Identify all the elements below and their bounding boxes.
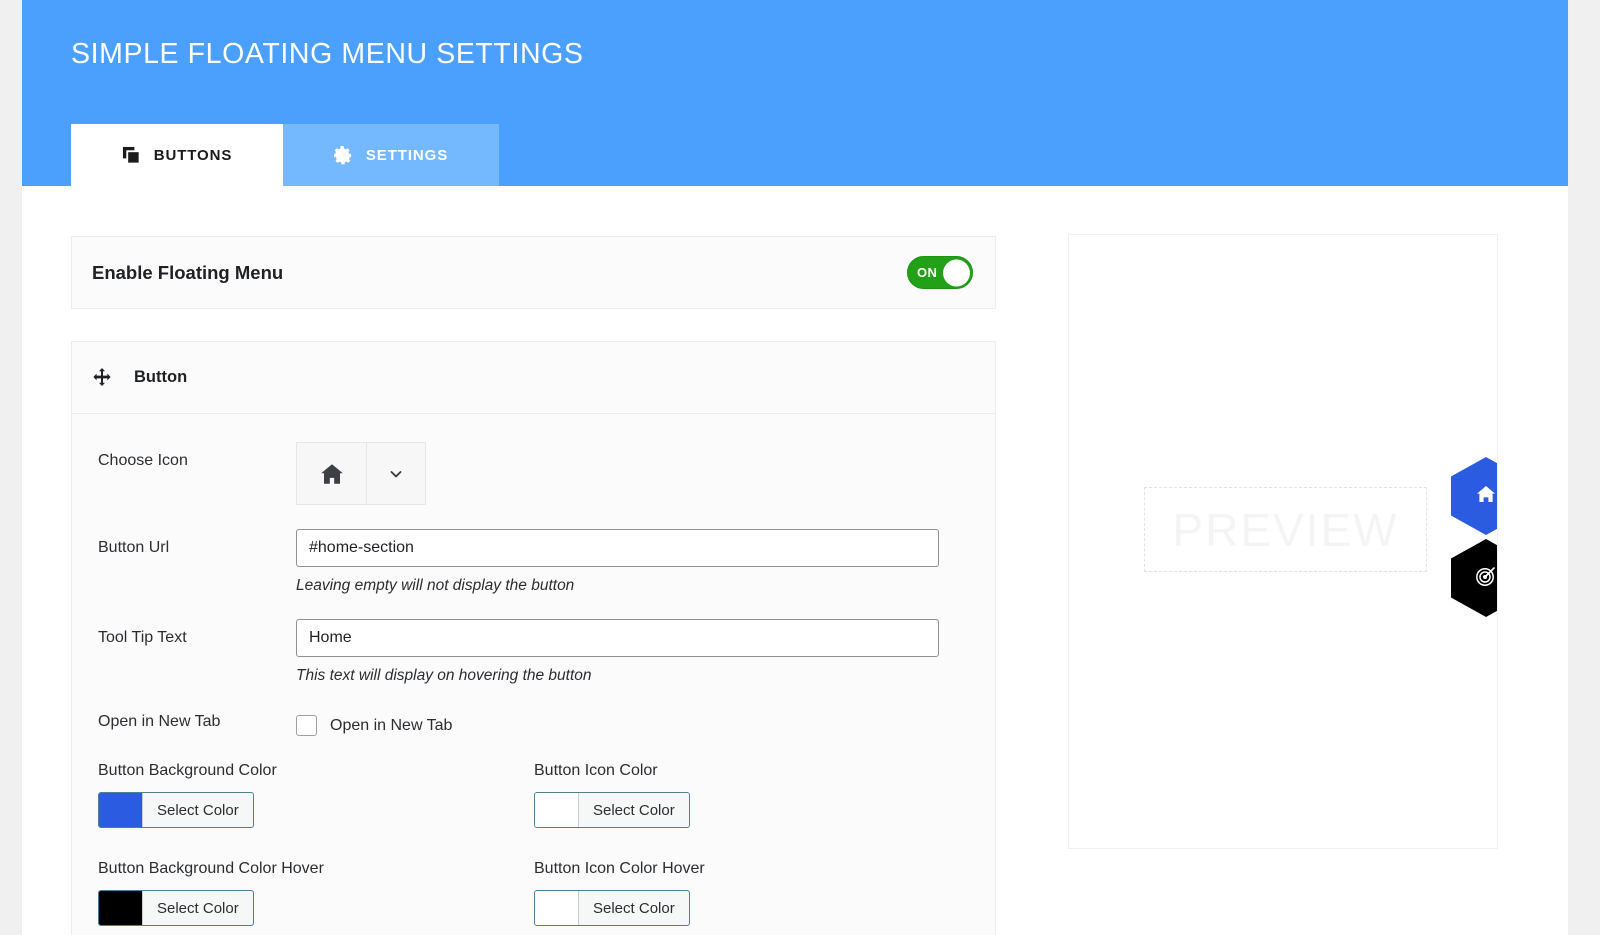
preview-button-home[interactable] bbox=[1451, 457, 1497, 535]
page-title: Simple Floating Menu Settings bbox=[71, 38, 584, 70]
open-new-tab-checkbox[interactable] bbox=[296, 715, 317, 736]
button-background-color-label: Button Background Color bbox=[98, 762, 277, 779]
select-color-label: Select Color bbox=[157, 801, 239, 819]
settings-column: Enable Floating Menu ON Button Choose Ic… bbox=[71, 236, 996, 935]
color-field-button-background-hover: Button Background Color Hover Select Col… bbox=[98, 860, 534, 930]
button-url-input[interactable] bbox=[296, 529, 939, 567]
field-open-new-tab: Open in New Tab Open in New Tab bbox=[98, 709, 973, 736]
enable-floating-menu-label: Enable Floating Menu bbox=[92, 261, 284, 283]
field-choose-icon: Choose Icon bbox=[98, 442, 973, 505]
color-field-button-icon: Button Icon Color Select Color bbox=[534, 762, 970, 832]
button-icon-color-hover-label: Button Icon Color Hover bbox=[534, 860, 705, 877]
color-swatch bbox=[535, 891, 579, 925]
button-background-color-picker[interactable]: Select Color bbox=[98, 792, 254, 828]
button-url-control: Leaving empty will not display the butto… bbox=[296, 529, 973, 595]
target-icon bbox=[1474, 564, 1497, 593]
button-background-color-hover-picker[interactable]: Select Color bbox=[98, 890, 254, 926]
gear-icon bbox=[333, 145, 353, 165]
home-icon bbox=[1474, 482, 1497, 511]
tab-settings[interactable]: Settings bbox=[283, 124, 499, 186]
select-color-label: Select Color bbox=[593, 899, 675, 917]
button-settings-panel: Button Choose Icon Button Url #home-sect… bbox=[71, 341, 996, 935]
button-icon-color-label: Button Icon Color bbox=[534, 762, 658, 779]
open-new-tab-control: Open in New Tab bbox=[296, 709, 973, 736]
tooltip-text-control: This text will display on hovering the b… bbox=[296, 619, 973, 685]
field-tooltip-text: Tool Tip Text This text will display on … bbox=[98, 619, 973, 685]
tab-buttons[interactable]: Buttons bbox=[71, 124, 283, 186]
enable-floating-menu-card: Enable Floating Menu ON bbox=[71, 236, 996, 309]
color-swatch bbox=[99, 793, 143, 827]
field-button-url: Button Url Leaving empty will not displa… bbox=[98, 529, 973, 595]
preview-panel: PREVIEW bbox=[1068, 234, 1498, 849]
select-color-label: Select Color bbox=[593, 801, 675, 819]
preview-button-target[interactable] bbox=[1451, 539, 1497, 617]
button-panel-header[interactable]: Button bbox=[72, 342, 995, 414]
button-url-helper: Leaving empty will not display the butto… bbox=[296, 577, 575, 594]
move-arrows-icon[interactable] bbox=[92, 367, 112, 388]
color-swatch bbox=[535, 793, 579, 827]
icon-picker-button[interactable] bbox=[296, 442, 426, 505]
button-icon-color-picker[interactable]: Select Color bbox=[534, 792, 690, 828]
enable-floating-menu-toggle[interactable]: ON bbox=[907, 256, 973, 289]
open-new-tab-label: Open in New Tab bbox=[98, 713, 221, 730]
tooltip-text-input[interactable] bbox=[296, 619, 939, 657]
tooltip-text-helper: This text will display on hovering the b… bbox=[296, 667, 592, 684]
choose-icon-label: Choose Icon bbox=[98, 452, 188, 469]
open-new-tab-checkbox-wrap[interactable]: Open in New Tab bbox=[296, 709, 973, 736]
button-panel-title: Button bbox=[134, 368, 188, 386]
button-panel-body: Choose Icon Button Url #home-section Lea… bbox=[72, 414, 995, 935]
preview-watermark: PREVIEW bbox=[1172, 503, 1399, 556]
admin-page: Simple Floating Menu Settings Buttons bbox=[22, 0, 1568, 935]
button-url-label: Button Url bbox=[98, 539, 170, 556]
button-icon-color-hover-picker[interactable]: Select Color bbox=[534, 890, 690, 926]
toggle-knob bbox=[943, 259, 970, 286]
select-color-label: Select Color bbox=[157, 899, 239, 917]
home-icon[interactable] bbox=[297, 443, 367, 504]
tab-settings-label: Settings bbox=[365, 146, 449, 164]
color-swatch bbox=[99, 891, 143, 925]
color-field-button-background: Button Background Color Select Color bbox=[98, 762, 534, 832]
button-background-color-hover-label: Button Background Color Hover bbox=[98, 860, 324, 877]
chevron-down-icon[interactable] bbox=[367, 443, 425, 504]
tab-strip: Buttons Settings bbox=[71, 124, 499, 186]
color-field-button-icon-hover: Button Icon Color Hover Select Color bbox=[534, 860, 970, 930]
tab-buttons-label: Buttons bbox=[153, 146, 233, 164]
page-header: Simple Floating Menu Settings Buttons bbox=[22, 0, 1568, 186]
preview-floating-menu bbox=[1451, 457, 1497, 617]
page-body: Enable Floating Menu ON Button Choose Ic… bbox=[22, 186, 1568, 935]
tooltip-text-label: Tool Tip Text bbox=[98, 629, 187, 646]
open-new-tab-checkbox-label: Open in New Tab bbox=[330, 716, 453, 734]
color-settings-grid: Button Background Color Select Color But… bbox=[98, 762, 973, 930]
layers-icon bbox=[122, 146, 141, 165]
preview-placeholder-box: PREVIEW bbox=[1144, 487, 1427, 572]
choose-icon-control bbox=[296, 442, 973, 505]
toggle-state-label: ON bbox=[917, 265, 938, 280]
